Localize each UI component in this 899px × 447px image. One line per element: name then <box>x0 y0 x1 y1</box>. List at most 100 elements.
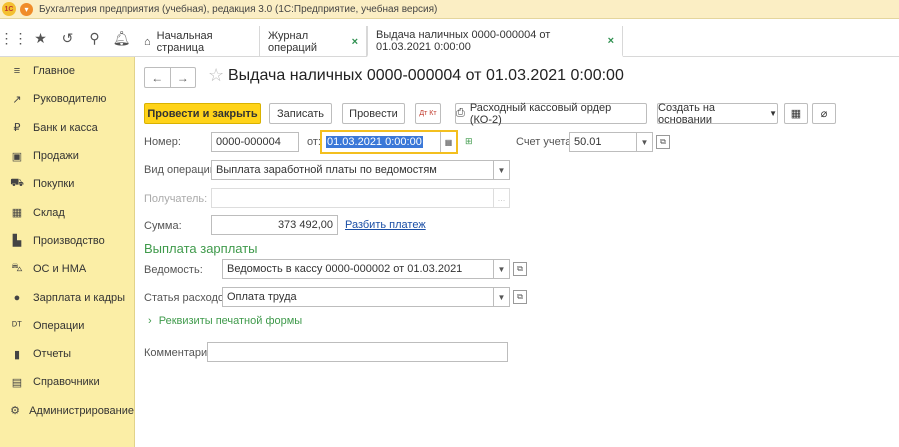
sidebar-item-label: Руководителю <box>33 93 107 106</box>
title-bar: 1С ▾ Бухгалтерия предприятия (учебная), … <box>0 0 899 19</box>
comment-label: Комментарий: <box>144 347 217 359</box>
save-button[interactable]: Записать <box>269 103 332 124</box>
sidebar-item[interactable]: ● Зарплата и кадры <box>0 283 134 311</box>
tab-label: Выдача наличных 0000-000004 от 01.03.202… <box>376 28 551 53</box>
attachment-icon[interactable]: ⌀ <box>812 103 836 124</box>
print-details-label: Реквизиты печатной формы <box>158 315 303 327</box>
chevron-down-icon[interactable]: ▼ <box>493 260 509 278</box>
menu-icon: ≡ <box>13 65 21 78</box>
tab-home[interactable]: ⌂ Начальная страница <box>136 26 260 57</box>
print-button-label: Расходный кассовый ордер (КО-2) <box>469 101 612 126</box>
date-field[interactable]: 01.03.2021 0:00:00 ▦ <box>320 130 458 154</box>
post-and-close-button[interactable]: Провести и закрыть <box>144 103 261 124</box>
split-payment-link[interactable]: Разбить платеж <box>345 219 426 231</box>
nav-buttons: ← → <box>144 67 196 88</box>
bell-icon[interactable]: 🔔︎ <box>108 20 135 57</box>
account-value: 50.01 <box>574 136 602 148</box>
sidebar-item[interactable]: ▤ Справочники <box>0 368 134 396</box>
expense-select[interactable]: Оплата труда ▼ <box>222 287 510 307</box>
sidebar-item-label: ОС и НМА <box>33 263 87 276</box>
sidebar-item[interactable]: ▣ Продажи <box>0 142 134 170</box>
print-details-group[interactable]: › Реквизиты печатной формы <box>148 315 302 327</box>
sidebar-item[interactable]: ⚙ Администрирование <box>0 397 134 425</box>
main-menu-icon[interactable]: ▾ <box>20 2 33 16</box>
calc-icon[interactable]: ⊞ <box>465 136 473 147</box>
sum-field[interactable]: 373 492,00 <box>211 215 338 235</box>
sidebar-item-label: Справочники <box>33 376 100 389</box>
tab-journal[interactable]: Журнал операций × <box>260 26 367 57</box>
history-icon[interactable]: ↺ <box>54 20 81 57</box>
book-icon: ▤ <box>11 376 23 389</box>
sidebar-item[interactable]: ᴰᵀ Операции <box>0 312 134 340</box>
sum-label: Сумма: <box>144 220 182 232</box>
tab-cash-withdrawal[interactable]: Выдача наличных 0000-000004 от 01.03.202… <box>367 26 623 57</box>
trend-icon: ↗ <box>12 93 22 106</box>
page-title: Выдача наличных 0000-000004 от 01.03.202… <box>228 67 624 84</box>
open-icon[interactable]: ⧉ <box>513 262 527 276</box>
salary-section-title: Выплата зарплаты <box>144 241 258 256</box>
sidebar-item-label: Зарплата и кадры <box>33 291 126 304</box>
sidebar-item[interactable]: ⛍ ОС и НМА <box>0 255 134 283</box>
expense-value: Оплата труда <box>227 291 297 303</box>
close-icon[interactable]: × <box>608 35 614 47</box>
sidebar-item[interactable]: ▮ Отчеты <box>0 340 134 368</box>
sidebar-item[interactable]: ↗ Руководителю <box>0 85 134 113</box>
sidebar-item-label: Отчеты <box>33 348 72 361</box>
sidebar-item[interactable]: ▙ Производство <box>0 227 134 255</box>
sidebar-item[interactable]: ⛟ Покупки <box>0 170 134 198</box>
sidebar-item-label: Главное <box>33 65 76 78</box>
star-icon[interactable]: ★ <box>27 20 54 57</box>
gear-icon: ⚙ <box>10 405 20 418</box>
open-icon[interactable]: ⧉ <box>656 135 670 149</box>
top-icons: ⋮⋮ ★ ↺ ⚲ 🔔︎ <box>0 20 135 57</box>
chevron-down-icon[interactable]: ▼ <box>493 161 509 179</box>
create-based-label: Создать на основании <box>658 101 716 126</box>
comment-field[interactable] <box>207 342 508 362</box>
structure-icon[interactable]: ▦ <box>784 103 808 124</box>
chevron-right-icon: › <box>148 315 152 327</box>
statement-select[interactable]: Ведомость в кассу 0000-000002 от 01.03.2… <box>222 259 510 279</box>
sidebar-item[interactable]: ₽ Банк и касса <box>0 114 134 142</box>
sidebar-item-label: Банк и касса <box>33 121 98 134</box>
top-toolbar: ⋮⋮ ★ ↺ ⚲ 🔔︎ ⌂ Начальная страница Журнал … <box>0 20 899 57</box>
sidebar-item-label: Производство <box>33 234 105 247</box>
create-based-on-button[interactable]: Создать на основании ▼ <box>657 101 778 126</box>
print-cash-order-button[interactable]: ⎙ Расходный кассовый ордер (КО-2) <box>455 101 647 126</box>
sidebar: ≡ Главное ↗ Руководителю ₽ Банк и касса ▣ Прода… <box>0 57 135 447</box>
apps-grid-icon[interactable]: ⋮⋮ <box>0 20 28 57</box>
open-icon[interactable]: ⧉ <box>513 290 527 304</box>
chevron-down-icon[interactable]: ▼ <box>493 288 509 306</box>
recipient-field[interactable]: … <box>211 188 510 208</box>
operation-label: Вид операции: <box>144 164 220 176</box>
dt-kt-icon[interactable]: Дт Кт <box>415 103 441 124</box>
post-button[interactable]: Провести <box>342 103 405 124</box>
coin-icon: ₽ <box>13 122 21 135</box>
sidebar-item-label: Продажи <box>33 150 79 163</box>
warehouse-icon: ▦ <box>11 207 23 220</box>
sidebar-item-label: Администрирование <box>29 404 134 417</box>
favorite-star-icon[interactable]: ☆ <box>208 65 224 86</box>
account-field[interactable]: 50.01 ▼ <box>569 132 653 152</box>
tab-label: Журнал операций <box>268 29 318 54</box>
date-label: от: <box>307 136 321 148</box>
bar-chart-icon: ▮ <box>13 348 21 361</box>
sidebar-item-label: Покупки <box>33 178 75 191</box>
date-value: 01.03.2021 0:00:00 <box>326 136 423 148</box>
sidebar-item[interactable]: ≡ Главное <box>0 57 134 85</box>
forward-arrow-icon[interactable]: → <box>171 68 196 87</box>
factory-icon: ▙ <box>12 235 22 248</box>
app-logo-icon: 1С <box>2 2 16 16</box>
recipient-label: Получатель: <box>144 193 208 205</box>
ellipsis-icon[interactable]: … <box>493 189 509 207</box>
chevron-down-icon: ▼ <box>769 109 777 118</box>
back-arrow-icon[interactable]: ← <box>145 68 171 87</box>
chevron-down-icon[interactable]: ▼ <box>636 133 652 151</box>
operation-select[interactable]: Выплата заработной платы по ведомостям ▼ <box>211 160 510 180</box>
calendar-icon[interactable]: ▦ <box>440 132 456 152</box>
close-icon[interactable]: × <box>352 36 358 48</box>
number-field[interactable]: 0000-000004 <box>211 132 299 152</box>
search-icon[interactable]: ⚲ <box>81 20 108 57</box>
statement-value: Ведомость в кассу 0000-000002 от 01.03.2… <box>227 263 463 275</box>
dt-kt-icon: ᴰᵀ <box>12 319 22 332</box>
sidebar-item[interactable]: ▦ Склад <box>0 198 134 226</box>
